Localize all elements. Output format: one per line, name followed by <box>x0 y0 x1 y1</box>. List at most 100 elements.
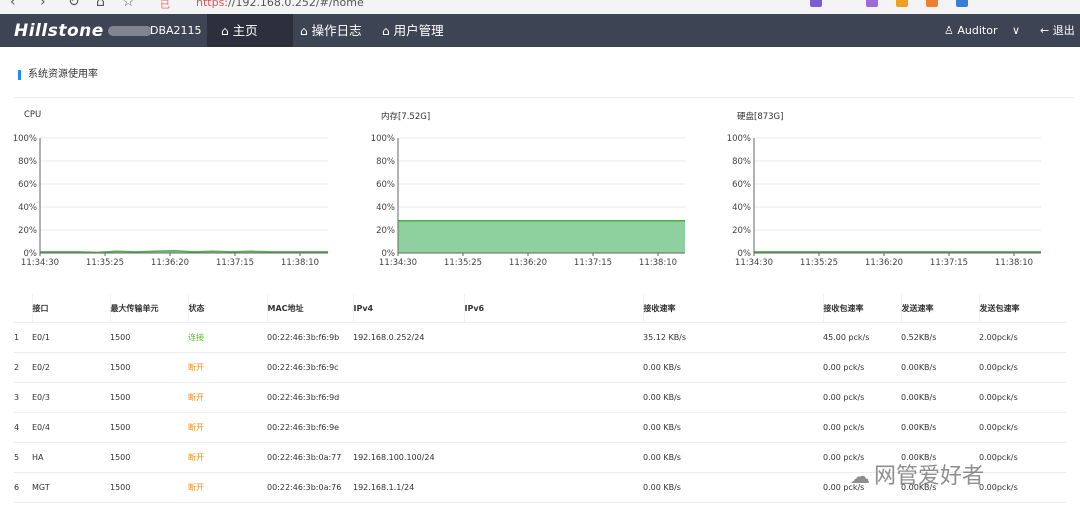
rx-rate-cell: 0.00 KB/s <box>643 352 823 383</box>
watermark-text: 网管爱好者 <box>874 464 985 489</box>
status-cell: 断开 <box>188 382 267 413</box>
mac-address-cell: 00:22:46:3b:f6:9e <box>267 412 353 443</box>
tab-operation-log-label: 操作日志 <box>311 23 362 38</box>
column-header: 发送包速率 <box>979 294 1066 323</box>
watermark: ☁ 网管爱好者 <box>850 458 984 490</box>
column-header: 状态 <box>188 294 268 323</box>
ipv4-cell <box>353 412 464 443</box>
x-tick-label: 11:36:20 <box>151 258 189 268</box>
tab-home[interactable]: ⌂ 主页 <box>207 14 293 47</box>
extension-icon[interactable] <box>810 0 822 7</box>
logout-button[interactable]: ← 退出 <box>1040 14 1075 47</box>
chart-svg: 100%80%60%40%20%0%11:34:30 11:35:25 11:36:… <box>727 134 1041 268</box>
table-row: 3 E0/3 1500 断开 00:22:46:3b:f6:9d 0.00 KB/s 0.0… <box>14 382 1066 413</box>
y-tick-label: 40% <box>376 203 395 213</box>
memory-chart: 内存[7.52G] 100% 80% 60% 40% 20% 0% 11:34:30 11:3… <box>357 110 687 270</box>
device-model: DBA2115 <box>150 24 202 37</box>
address-bar[interactable]: https://192.168.0.252/#/home <box>196 0 364 9</box>
browser-tab-text: 已 <box>160 0 170 11</box>
mac-address-cell: 00:22:46:3b:f6:9d <box>267 382 353 413</box>
ipv6-cell <box>464 322 643 353</box>
cpu-chart: CPU 100% 80% 60% 40% 20% 0% 11:34:30 11:35:25 11… <box>0 110 330 270</box>
extension-icon[interactable] <box>956 0 968 7</box>
tab-operation-log[interactable]: ⌂ 操作日志 <box>286 14 376 47</box>
forward-icon[interactable]: › <box>40 0 46 10</box>
url-scheme: https: <box>196 0 229 9</box>
x-tick-label: 11:38:10 <box>639 258 677 268</box>
y-tick-label: 100% <box>727 134 751 144</box>
chevron-down-icon[interactable]: ∨ <box>1012 14 1020 47</box>
x-tick-label: 11:36:20 <box>865 258 903 268</box>
home-icon: ⌂ <box>382 24 390 38</box>
y-tick-label: 80% <box>18 157 37 167</box>
home-icon: ⌂ <box>221 24 229 38</box>
url-path: //192.168.0.252/#/home <box>228 0 364 9</box>
ipv4-cell <box>353 382 464 413</box>
home-icon: ⌂ <box>300 24 308 38</box>
y-tick-label: 20% <box>18 226 37 236</box>
rx-packet-rate-cell: 0.00 pck/s <box>823 352 901 383</box>
interface-name-cell: E0/1 <box>32 322 110 353</box>
ipv4-cell: 192.168.0.252/24 <box>353 322 464 353</box>
tx-packet-rate-cell: 0.00pck/s <box>979 442 1066 473</box>
rx-rate-cell: 0.00 KB/s <box>643 382 823 413</box>
rx-rate-cell: 0.00 KB/s <box>643 412 823 443</box>
table-header-row: 接口 最大传输单元 状态 MAC地址 IPv4 IPv6 接收速率 接收包速率 … <box>14 294 1066 323</box>
y-tick-label: 20% <box>376 226 395 236</box>
y-tick-label: 40% <box>18 203 37 213</box>
ipv6-cell <box>464 382 643 413</box>
home-browser-icon[interactable]: ⌂ <box>96 0 105 10</box>
x-tick-label: 11:35:25 <box>86 258 124 268</box>
ipv6-cell <box>464 442 643 473</box>
x-tick-label: 11:34:30 <box>21 258 59 268</box>
column-header: MAC地址 <box>267 294 354 323</box>
arrow-left-icon: ← <box>1040 24 1050 37</box>
tx-rate-cell: 0.00KB/s <box>901 412 979 443</box>
column-header <box>14 294 33 323</box>
y-tick-label: 100% <box>371 134 395 144</box>
brand-logo: Hillstone <box>14 21 152 41</box>
column-header: 发送速率 <box>901 294 980 323</box>
x-tick-label: 11:37:15 <box>930 258 968 268</box>
y-tick-label: 60% <box>732 180 751 190</box>
disk-chart: 硬盘[873G] 100% 80% 60% 40% 20% 0% 11:34:30 11:35… <box>713 110 1043 270</box>
mac-address-cell: 00:22:46:3b:0a:77 <box>267 442 353 473</box>
back-icon[interactable]: ‹ <box>10 0 16 10</box>
status-cell: 断开 <box>188 412 267 443</box>
rx-packet-rate-cell: 0.00 pck/s <box>823 382 901 413</box>
status-cell: 断开 <box>188 472 267 503</box>
row-number-cell: 4 <box>14 412 32 443</box>
user-menu[interactable]: ♙ Auditor <box>944 14 997 47</box>
row-number-cell: 1 <box>14 322 32 353</box>
extension-icon[interactable] <box>896 0 908 7</box>
tx-rate-cell: 0.00KB/s <box>901 382 979 413</box>
rx-rate-cell: 35.12 KB/s <box>643 322 823 353</box>
section-title: 系统资源使用率 <box>18 70 98 80</box>
ipv4-cell <box>353 352 464 383</box>
chart-svg: 100%80%60%40%20%0%11:34:30 11:35:25 11:36:… <box>371 134 685 268</box>
refresh-icon[interactable]: ↻ <box>68 0 80 10</box>
ipv6-cell <box>464 412 643 443</box>
tab-user-management[interactable]: ⌂ 用户管理 <box>368 14 458 47</box>
table-row: 4 E0/4 1500 断开 00:22:46:3b:f6:9e 0.00 KB/s 0.0… <box>14 412 1066 443</box>
mtu-cell: 1500 <box>110 382 188 413</box>
table-row: 2 E0/2 1500 断开 00:22:46:3b:f6:9c 0.00 KB/s 0.0… <box>14 352 1066 383</box>
star-icon[interactable]: ☆ <box>122 0 135 10</box>
y-tick-label: 40% <box>732 203 751 213</box>
rx-packet-rate-cell: 45.00 pck/s <box>823 322 901 353</box>
y-tick-label: 20% <box>732 226 751 236</box>
x-tick-label: 11:38:10 <box>281 258 319 268</box>
column-header: IPv4 <box>353 294 465 323</box>
x-tick-label: 11:35:25 <box>800 258 838 268</box>
extension-icon[interactable] <box>926 0 938 7</box>
mtu-cell: 1500 <box>110 322 188 353</box>
ipv6-cell <box>464 352 643 383</box>
x-tick-label: 11:37:15 <box>574 258 612 268</box>
interface-name-cell: MGT <box>32 472 110 503</box>
tx-packet-rate-cell: 0.00pck/s <box>979 382 1066 413</box>
mac-address-cell: 00:22:46:3b:f6:9c <box>267 352 353 383</box>
extension-icon[interactable] <box>866 0 878 7</box>
mac-address-cell: 00:22:46:3b:0a:76 <box>267 472 353 503</box>
mtu-cell: 1500 <box>110 442 188 473</box>
x-tick-label: 11:38:10 <box>995 258 1033 268</box>
